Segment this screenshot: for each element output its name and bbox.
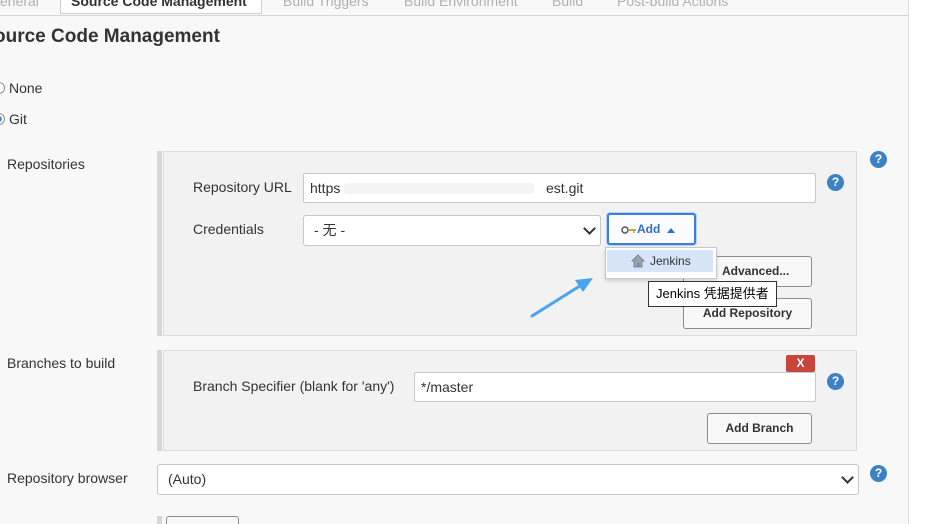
- menu-item-jenkins[interactable]: Jenkins: [607, 250, 713, 272]
- credentials-label: Credentials: [193, 221, 264, 237]
- tab-build-environment[interactable]: Build Environment: [404, 0, 518, 14]
- repo-browser-label: Repository browser: [7, 470, 128, 486]
- scm-option-label: Git: [9, 111, 27, 127]
- repository-url-input[interactable]: https est.git: [303, 173, 816, 203]
- redacted-url-part: [344, 183, 534, 194]
- help-icon[interactable]: ?: [870, 465, 887, 482]
- scm-option-label: None: [9, 80, 43, 96]
- remove-branch-button[interactable]: X: [786, 355, 815, 372]
- help-icon[interactable]: ?: [827, 174, 844, 191]
- credentials-select[interactable]: - 无 -: [303, 215, 601, 246]
- next-section-bar: [157, 516, 162, 524]
- branch-specifier-input[interactable]: */master: [414, 372, 816, 402]
- branches-label: Branches to build: [7, 355, 116, 371]
- key-icon: [621, 226, 636, 234]
- tabs-divider: [0, 15, 908, 16]
- add-branch-button[interactable]: Add Branch: [707, 413, 812, 444]
- house-icon: [631, 254, 645, 268]
- chevron-down-icon: [841, 471, 854, 484]
- repository-url-suffix: est.git: [546, 180, 584, 196]
- tab-build-triggers[interactable]: Build Triggers: [283, 0, 369, 14]
- branches-bar: [157, 350, 162, 451]
- branch-specifier-label: Branch Specifier (blank for 'any'): [193, 378, 395, 394]
- caret-up-icon: [667, 228, 675, 233]
- jenkins-config-page: eneral Source Code Management Build Trig…: [0, 0, 946, 524]
- credentials-selected: - 无 -: [314, 222, 346, 238]
- annotation-arrow-icon: [530, 278, 593, 318]
- config-tabs: eneral Source Code Management Build Trig…: [0, 0, 908, 16]
- tab-post-build-actions[interactable]: Post-build Actions: [617, 0, 728, 14]
- help-icon[interactable]: ?: [827, 373, 844, 390]
- repo-browser-selected: (Auto): [168, 471, 207, 487]
- help-icon[interactable]: ?: [870, 151, 887, 168]
- repository-url-prefix: https: [310, 180, 341, 196]
- repository-url-label: Repository URL: [193, 179, 292, 195]
- section-title: ource Code Management: [0, 26, 220, 47]
- menu-item-label: Jenkins: [650, 254, 691, 268]
- branch-specifier-value: */master: [421, 379, 474, 395]
- repositories-label: Repositories: [7, 156, 85, 172]
- menu-item-tooltip: Jenkins 凭据提供者: [648, 281, 777, 307]
- chevron-down-icon: [583, 222, 596, 235]
- repositories-bar: [157, 151, 162, 336]
- tab-build[interactable]: Build: [552, 0, 583, 14]
- add-credentials-menu: Jenkins: [605, 247, 717, 279]
- add-credentials-label: Add: [637, 222, 661, 236]
- partial-button[interactable]: [166, 516, 239, 524]
- tab-source-code-management[interactable]: Source Code Management: [60, 0, 262, 14]
- tab-general[interactable]: eneral: [0, 0, 39, 14]
- add-credentials-button[interactable]: Add: [607, 213, 696, 245]
- repo-browser-select[interactable]: (Auto): [157, 464, 859, 495]
